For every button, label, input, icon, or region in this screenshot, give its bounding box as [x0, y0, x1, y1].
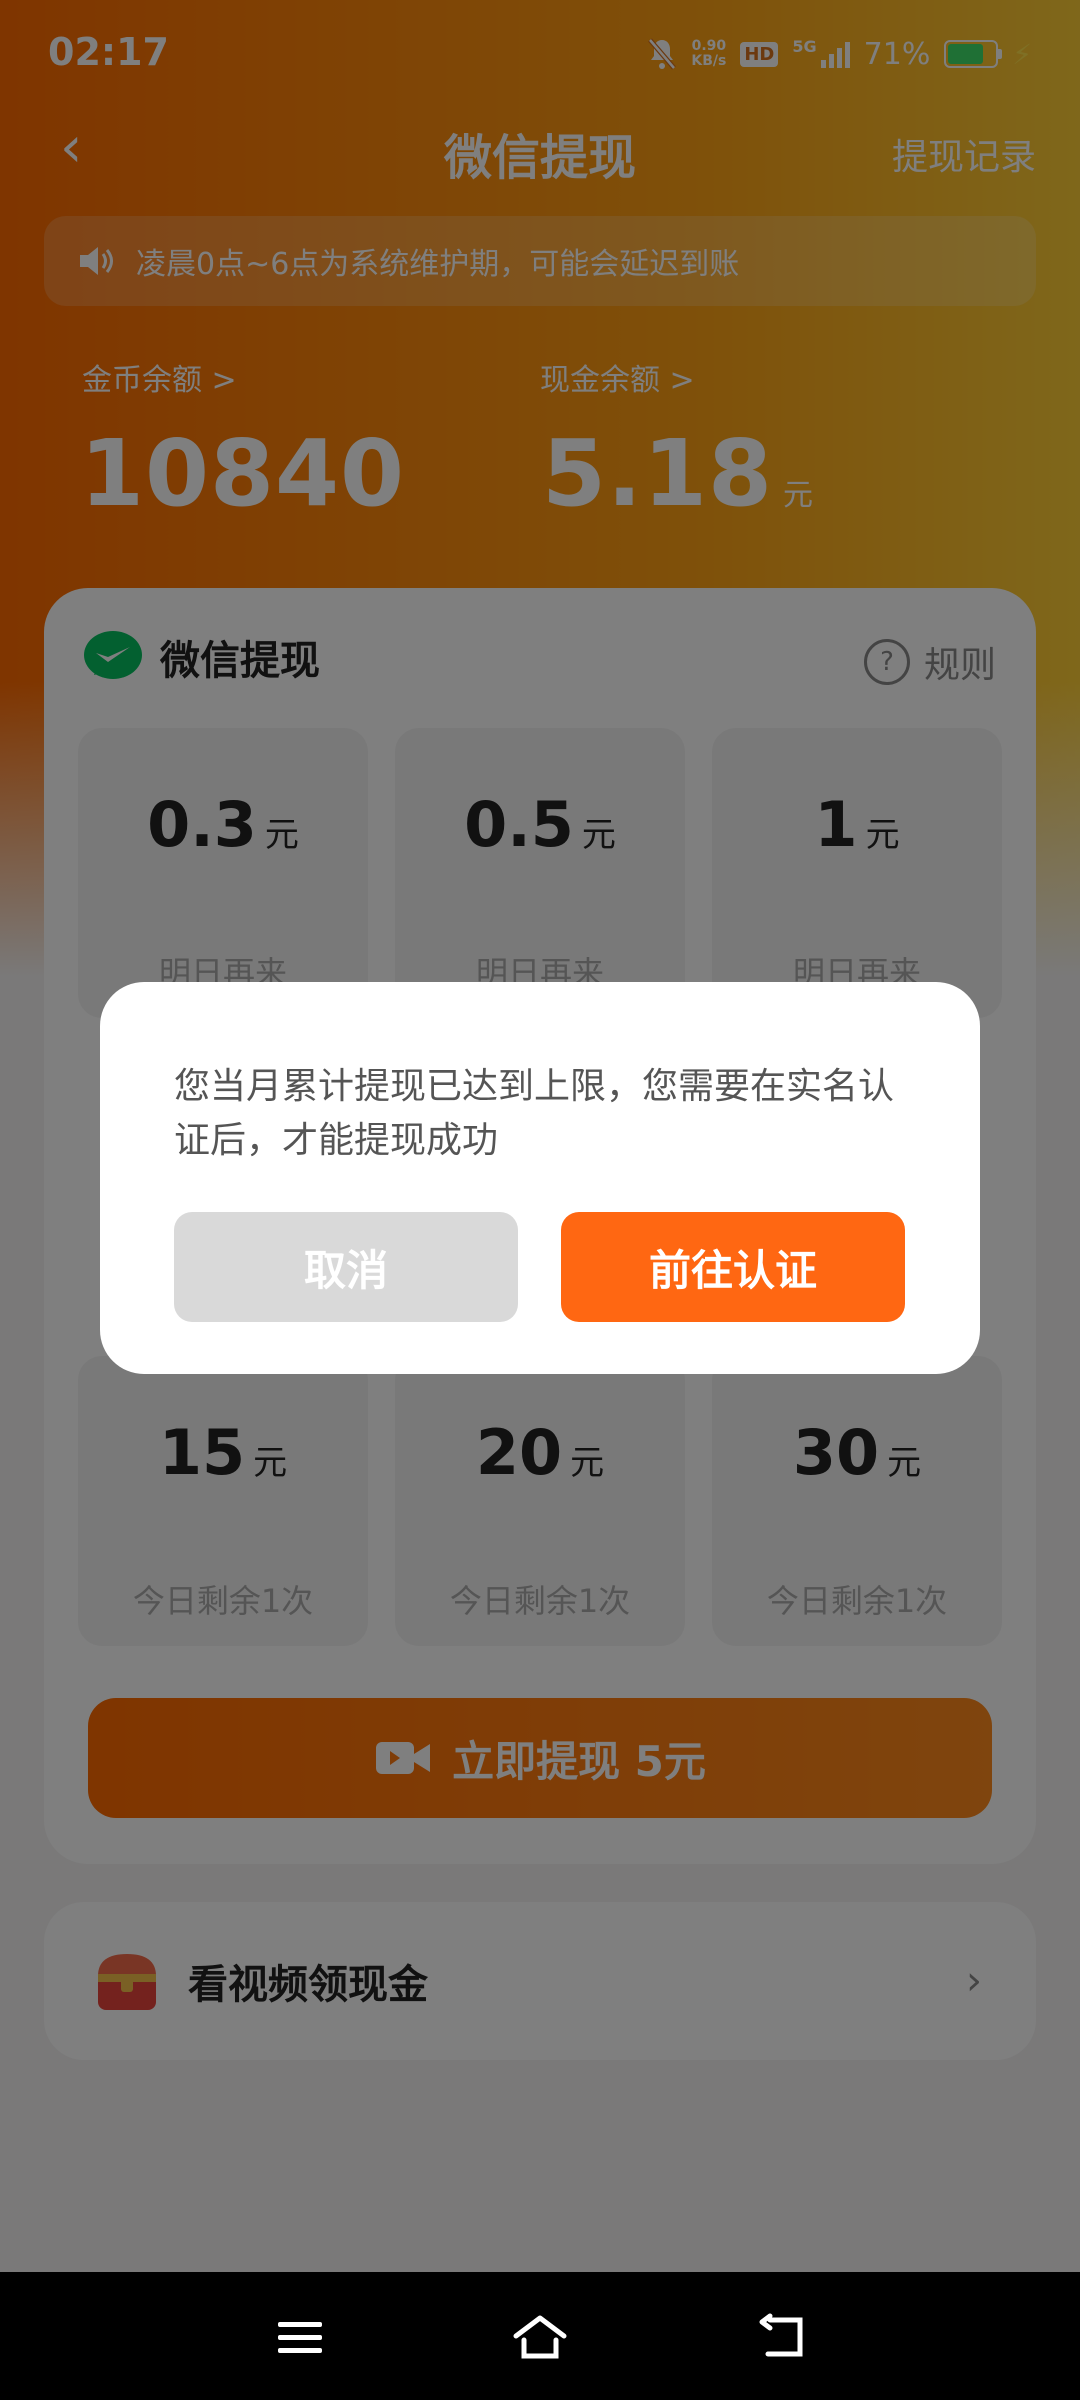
menu-icon[interactable]: [270, 2310, 330, 2366]
go-verify-button[interactable]: 前往认证: [561, 1212, 905, 1322]
system-nav-bar: [0, 2272, 1080, 2400]
dialog-message: 您当月累计提现已达到上限，您需要在实名认证后，才能提现成功: [174, 1066, 895, 1161]
verification-dialog: 您当月累计提现已达到上限，您需要在实名认证后，才能提现成功 取消 前往认证: [100, 982, 980, 1374]
return-icon[interactable]: [752, 2310, 812, 2366]
cancel-button[interactable]: 取消: [174, 1212, 518, 1322]
home-icon[interactable]: [510, 2310, 570, 2366]
